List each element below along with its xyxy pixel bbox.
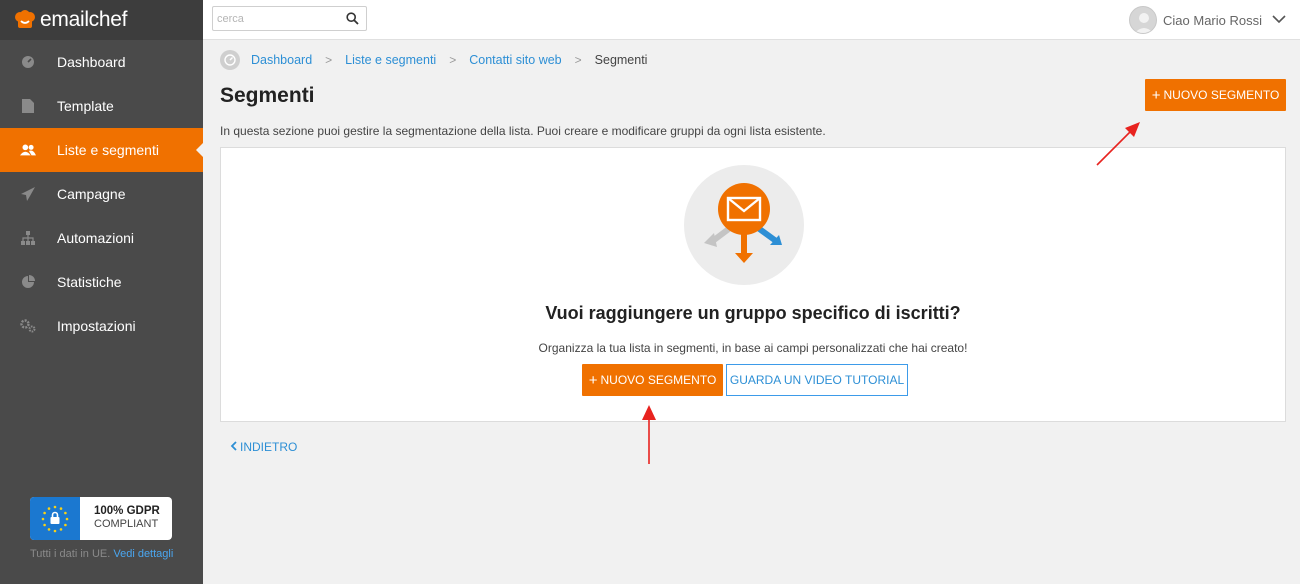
new-segment-label: NUOVO SEGMENTO xyxy=(1163,88,1280,102)
sidebar-item-impostazioni[interactable]: Impostazioni xyxy=(0,304,203,348)
breadcrumb-link-contatti-sito-web[interactable]: Contatti sito web xyxy=(469,53,561,67)
user-menu[interactable]: Ciao Mario Rossi xyxy=(1129,6,1286,34)
dashboard-icon xyxy=(20,54,36,70)
topbar: Ciao Mario Rossi xyxy=(203,0,1300,40)
chef-hat-icon xyxy=(14,10,36,30)
breadcrumb-chevron-icon: > xyxy=(449,53,457,67)
back-label: INDIETRO xyxy=(240,440,298,454)
sidebar-item-label: Template xyxy=(57,98,114,114)
eu-lock-icon xyxy=(30,497,80,540)
breadcrumb: Dashboard > Liste e segmenti > Contatti … xyxy=(220,50,647,70)
sidebar-item-label: Impostazioni xyxy=(57,318,136,334)
breadcrumb-link-dashboard[interactable]: Dashboard xyxy=(251,53,312,67)
search-input[interactable] xyxy=(213,12,338,25)
back-link[interactable]: INDIETRO xyxy=(230,440,297,454)
empty-state-title: Vuoi raggiungere un gruppo specifico di … xyxy=(545,303,961,323)
sidebar-item-label: Liste e segmenti xyxy=(57,142,159,158)
segment-split-icon xyxy=(684,165,804,285)
pie-chart-icon xyxy=(20,274,36,290)
plus-icon: + xyxy=(1151,86,1161,104)
gdpr-footer: Tutti i dati in UE. Vedi dettagli xyxy=(30,548,173,560)
sidebar-item-template[interactable]: Template xyxy=(0,84,203,128)
breadcrumb-current: Segmenti xyxy=(594,53,648,67)
gdpr-footer-text: Tutti i dati in UE. xyxy=(30,548,111,560)
sidebar: emailchef Dashboard Template Liste e seg… xyxy=(0,0,203,584)
avatar xyxy=(1129,6,1158,34)
plus-icon: + xyxy=(588,371,598,389)
sitemap-icon xyxy=(20,230,36,246)
gears-icon xyxy=(20,318,36,334)
page-title: Segmenti xyxy=(220,84,315,107)
page-description: In questa sezione puoi gestire la segmen… xyxy=(220,124,826,138)
new-segment-button[interactable]: + NUOVO SEGMENTO xyxy=(582,364,723,396)
breadcrumb-chevron-icon: > xyxy=(574,53,582,67)
users-icon xyxy=(20,142,36,158)
document-icon xyxy=(20,98,36,114)
new-segment-label: NUOVO SEGMENTO xyxy=(600,373,717,387)
paper-plane-icon xyxy=(20,186,36,202)
sidebar-item-label: Dashboard xyxy=(57,54,126,70)
brand-name: emailchef xyxy=(40,8,128,31)
sidebar-item-statistiche[interactable]: Statistiche xyxy=(0,260,203,304)
sidebar-item-automazioni[interactable]: Automazioni xyxy=(0,216,203,260)
watch-tutorial-button[interactable]: GUARDA UN VIDEO TUTORIAL xyxy=(726,364,908,396)
sidebar-item-dashboard[interactable]: Dashboard xyxy=(0,40,203,84)
new-segment-button-top[interactable]: + NUOVO SEGMENTO xyxy=(1145,79,1286,111)
breadcrumb-link-liste-e-segmenti[interactable]: Liste e segmenti xyxy=(345,53,436,67)
chevron-down-icon xyxy=(1272,11,1286,29)
sidebar-item-campagne[interactable]: Campagne xyxy=(0,172,203,216)
logo[interactable]: emailchef xyxy=(0,0,203,40)
user-greeting: Ciao Mario Rossi xyxy=(1163,12,1262,28)
search-icon[interactable] xyxy=(338,7,366,30)
sidebar-item-label: Automazioni xyxy=(57,230,135,246)
empty-state-panel: Vuoi raggiungere un gruppo specifico di … xyxy=(220,147,1286,422)
empty-state-subtitle: Organizza la tua lista in segmenti, in b… xyxy=(538,341,968,355)
sidebar-item-label: Statistiche xyxy=(57,274,122,290)
gdpr-details-link[interactable]: Vedi dettagli xyxy=(113,548,173,560)
sidebar-nav: Dashboard Template Liste e segmenti Camp… xyxy=(0,40,203,348)
search-box xyxy=(212,6,367,31)
sidebar-item-label: Campagne xyxy=(57,186,126,202)
chevron-left-icon xyxy=(230,440,237,454)
gdpr-badge: 100% GDPR COMPLIANT xyxy=(30,497,172,540)
dashboard-icon[interactable] xyxy=(220,50,240,70)
sidebar-item-liste-e-segmenti[interactable]: Liste e segmenti xyxy=(0,128,203,172)
gdpr-title: 100% GDPR xyxy=(94,505,160,517)
gdpr-subtitle: COMPLIANT xyxy=(94,518,159,530)
breadcrumb-chevron-icon: > xyxy=(325,53,333,67)
